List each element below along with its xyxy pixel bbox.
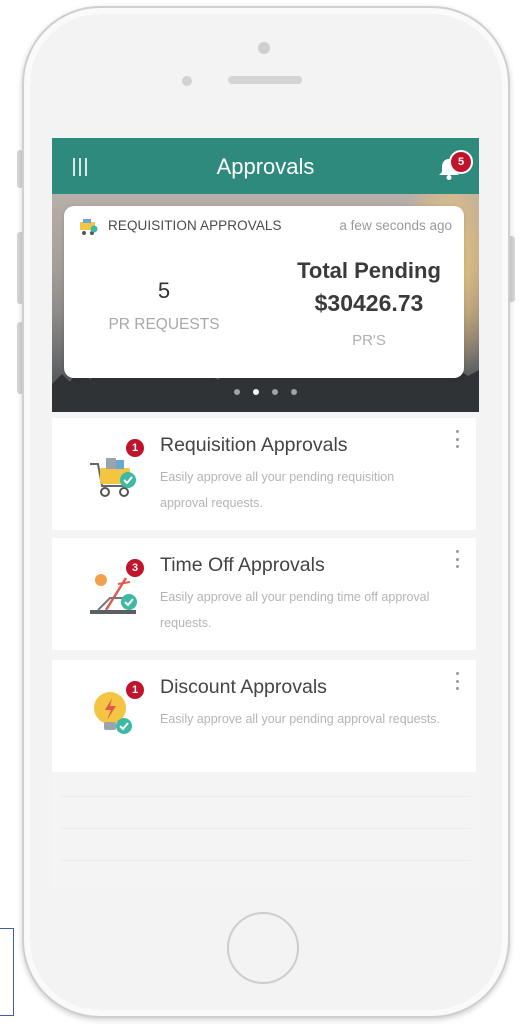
earpiece-speaker xyxy=(228,76,302,84)
approval-description: Easily approve all your pending requisit… xyxy=(160,470,395,510)
carousel-dot[interactable] xyxy=(291,389,297,395)
approval-card-time-off[interactable]: 3 Time Off Approvals Easily approve all … xyxy=(52,538,476,650)
faded-divider xyxy=(60,796,470,797)
carousel-pager[interactable] xyxy=(52,389,479,395)
approval-description: Easily approve all your pending approval… xyxy=(160,712,441,726)
app-header: Approvals 5 xyxy=(52,138,479,194)
approval-title: Time Off Approvals xyxy=(160,554,325,576)
total-pending-label: PR'S xyxy=(352,332,386,349)
front-camera xyxy=(258,42,270,54)
approval-description: Easily approve all your pending time off… xyxy=(160,590,430,630)
approval-title: Discount Approvals xyxy=(160,676,327,698)
summary-type-label: REQUISITION APPROVALS xyxy=(108,218,282,233)
approval-card-requisition[interactable]: 1 Requisition Approvals Easily approve a… xyxy=(52,418,476,530)
app-screen: Approvals 5 REQUISITION APPROVALS a few … xyxy=(52,138,479,890)
carousel-dot[interactable] xyxy=(234,389,240,395)
pr-request-label: PR REQUESTS xyxy=(108,316,220,333)
pending-count-badge: 3 xyxy=(124,557,146,579)
approval-card-discount[interactable]: 1 Discount Approvals Easily approve all … xyxy=(52,660,476,772)
frame-edge xyxy=(0,928,14,1016)
pr-request-count: 5 xyxy=(157,278,171,303)
summary-carousel[interactable]: REQUISITION APPROVALS a few seconds ago … xyxy=(52,194,479,412)
total-pending-title: Total Pending xyxy=(297,258,441,283)
pending-count-badge: 1 xyxy=(124,679,146,701)
pending-count-badge: 1 xyxy=(124,437,146,459)
pending-summary-card[interactable]: REQUISITION APPROVALS a few seconds ago … xyxy=(64,206,464,378)
total-pending-amount: $30426.73 xyxy=(314,290,424,316)
requisition-cart-icon xyxy=(80,219,98,235)
faded-divider xyxy=(60,828,470,829)
summary-timestamp: a few seconds ago xyxy=(339,218,452,233)
carousel-dot[interactable] xyxy=(272,389,278,395)
more-options-icon[interactable] xyxy=(454,672,460,690)
approval-title: Requisition Approvals xyxy=(160,434,348,456)
page-title: Approvals xyxy=(216,154,315,179)
proximity-sensor xyxy=(182,76,192,86)
more-options-icon[interactable] xyxy=(454,430,460,448)
faded-divider xyxy=(60,860,470,861)
notification-badge: 5 xyxy=(449,150,473,174)
more-options-icon[interactable] xyxy=(454,550,460,568)
home-button[interactable] xyxy=(227,912,299,984)
carousel-dot-active[interactable] xyxy=(253,389,259,395)
